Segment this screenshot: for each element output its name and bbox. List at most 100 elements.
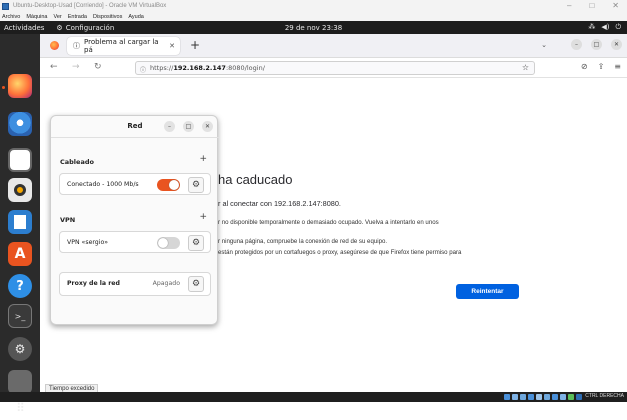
browser-tab-bar: ⓘ Problema al cargar la pá ✕ + ⌄ – □ ✕ — [40, 34, 627, 58]
menu-maquina[interactable]: Máquina — [26, 14, 47, 20]
toolbar-icons: ⊘ ⇪ ≡ — [581, 62, 621, 71]
error-hint-1: r no disponible temporalmente o demasiad… — [218, 219, 439, 226]
back-icon[interactable]: ← — [50, 62, 58, 72]
menu-ayuda[interactable]: Ayuda — [128, 14, 144, 20]
retry-button[interactable]: Reintentar — [456, 284, 519, 299]
pocket-icon[interactable]: ⊘ — [581, 62, 588, 71]
gear-icon: ⚙ — [56, 23, 63, 32]
gear-icon: ⚙ — [191, 238, 201, 248]
error-subtitle: r al conectar con 192.168.2.147:8080. — [218, 199, 341, 208]
vpn-settings-button[interactable]: ⚙ — [188, 235, 204, 251]
maximize-icon[interactable]: □ — [591, 39, 602, 50]
warning-icon: ⓘ — [73, 42, 80, 50]
usb-icon[interactable] — [536, 394, 542, 400]
display-icon[interactable] — [552, 394, 558, 400]
error-hint-2: r ninguna página, compruebe la conexión … — [218, 238, 388, 245]
help-icon[interactable]: ? — [8, 274, 32, 298]
extensions-icon[interactable]: ⇪ — [598, 62, 605, 71]
settings-icon[interactable]: ⚙ — [8, 337, 32, 361]
firefox-icon[interactable] — [8, 74, 32, 98]
add-vpn-button[interactable]: + — [199, 212, 207, 222]
menu-archivo[interactable]: Archivo — [2, 14, 20, 20]
vbox-window-controls: – □ ✕ — [567, 1, 619, 10]
url-rest: :8080/login/ — [225, 64, 265, 72]
power-icon: ⏻ — [615, 23, 621, 31]
panel-header: Red – □ ✕ — [51, 116, 219, 138]
error-hint-3: están protegidos por un cortafuegos o pr… — [218, 249, 462, 256]
close-icon[interactable]: ✕ — [612, 1, 619, 10]
maximize-icon[interactable]: □ — [183, 121, 194, 132]
tab-title: Problema al cargar la pá — [84, 38, 159, 54]
thunderbird-icon[interactable] — [8, 112, 32, 136]
hamburger-menu-icon[interactable]: ≡ — [614, 62, 621, 71]
list-tabs-icon[interactable]: ⌄ — [541, 41, 547, 49]
url-host: 192.168.2.147 — [173, 64, 226, 72]
optical-drive-icon[interactable] — [512, 394, 518, 400]
new-tab-button[interactable]: + — [190, 38, 200, 52]
vbox-status-bar: CTRL DERECHA — [0, 392, 627, 402]
browser-nav-bar: ← → ↻ ⓘ https://192.168.2.147:8080/login… — [40, 58, 627, 78]
proxy-label: Proxy de la red — [67, 280, 120, 287]
minimize-icon[interactable]: – — [164, 121, 175, 132]
wired-toggle[interactable] — [157, 179, 180, 191]
add-wired-button[interactable]: + — [199, 154, 207, 164]
gear-icon: ⚙ — [191, 180, 201, 190]
host-key-label: CTRL DERECHA — [585, 393, 624, 399]
dock: A ? >_ ⚙ ⠿ — [0, 34, 40, 415]
bookmark-star-icon[interactable]: ☆ — [522, 63, 529, 72]
url-bar[interactable]: ⓘ https://192.168.2.147:8080/login/ ☆ — [135, 61, 535, 75]
activities-button[interactable]: Actividades — [4, 24, 44, 32]
cpu-icon[interactable] — [568, 394, 574, 400]
menu-ver[interactable]: Ver — [53, 14, 61, 20]
vbox-window-title: Ubuntu-Desktop-Usad [Corriendo] - Oracle… — [13, 3, 167, 9]
hdd-icon[interactable] — [504, 394, 510, 400]
vpn-name: VPN «sergio» — [67, 239, 109, 246]
app-menu[interactable]: ⚙ Configuración — [56, 24, 114, 32]
network-adapter-icon[interactable] — [528, 394, 534, 400]
minimize-icon[interactable]: – — [571, 39, 582, 50]
menu-dispositivos[interactable]: Dispositivos — [93, 14, 122, 20]
software-center-icon[interactable]: A — [8, 242, 32, 266]
browser-tab[interactable]: ⓘ Problema al cargar la pá ✕ — [67, 37, 180, 55]
terminal-icon[interactable]: >_ — [8, 304, 32, 328]
wired-status: Conectado - 1000 Mb/s — [67, 181, 139, 188]
system-tray[interactable]: ⁂ ◀) ⏻ — [588, 23, 621, 32]
close-icon[interactable]: ✕ — [611, 39, 622, 50]
url-prefix: https:// — [150, 64, 174, 72]
vpn-toggle[interactable] — [157, 237, 180, 249]
close-icon[interactable]: ✕ — [202, 121, 213, 132]
panel-window-controls: – □ ✕ — [164, 121, 213, 132]
firefox-menu-icon[interactable] — [50, 41, 59, 50]
vpn-connection-row: VPN «sergio» ⚙ — [59, 231, 211, 253]
minimize-icon[interactable]: – — [567, 1, 571, 10]
forward-icon[interactable]: → — [72, 62, 80, 72]
proxy-settings-button[interactable]: ⚙ — [188, 276, 204, 292]
maximize-icon[interactable]: □ — [589, 1, 594, 10]
gear-icon: ⚙ — [191, 279, 201, 289]
network-settings-panel: Red – □ ✕ Cableado + Conectado - 1000 Mb… — [50, 115, 219, 325]
files-icon[interactable] — [8, 148, 32, 172]
site-info-icon[interactable]: ⓘ — [140, 65, 146, 74]
mouse-integration-icon[interactable] — [576, 394, 582, 400]
vbox-menu-bar: Archivo Máquina Ver Entrada Dispositivos… — [0, 12, 627, 21]
proxy-row[interactable]: Proxy de la red Apagado ⚙ — [59, 272, 211, 296]
app-menu-label: Configuración — [65, 23, 115, 32]
browser-window-controls: – □ ✕ — [571, 39, 622, 50]
rhythmbox-icon[interactable] — [8, 178, 32, 202]
close-tab-icon[interactable]: ✕ — [169, 42, 175, 50]
vpn-section-title: VPN — [60, 216, 76, 224]
shared-folders-icon[interactable] — [544, 394, 550, 400]
vbox-device-icons — [504, 394, 582, 400]
gnome-top-bar: Actividades ⚙ Configuración 29 de nov 23… — [0, 21, 627, 34]
menu-entrada[interactable]: Entrada — [68, 14, 87, 20]
network-icon: ⁂ — [588, 23, 596, 31]
reload-icon[interactable]: ↻ — [94, 62, 102, 72]
trash-icon[interactable] — [8, 370, 32, 394]
running-indicator — [2, 86, 5, 89]
proxy-state: Apagado — [152, 280, 180, 287]
audio-icon[interactable] — [520, 394, 526, 400]
recording-icon[interactable] — [560, 394, 566, 400]
wired-settings-button[interactable]: ⚙ — [188, 177, 204, 193]
writer-icon[interactable] — [8, 210, 32, 234]
virtualbox-logo-icon — [2, 2, 9, 10]
